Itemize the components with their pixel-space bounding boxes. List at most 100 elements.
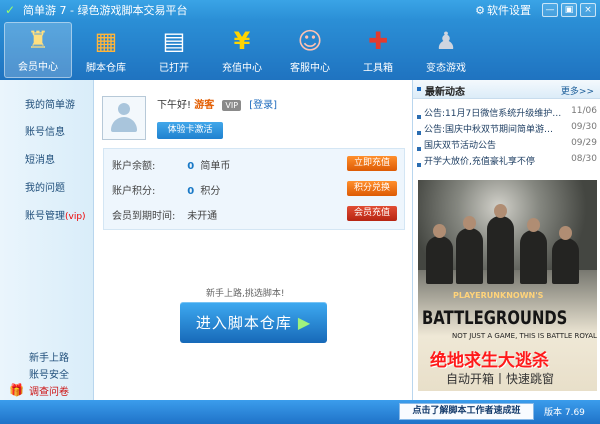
nav-opened[interactable]: ▤ 已打开 <box>140 22 208 78</box>
ad-feature-text: 自动开箱丨快速跳窗 <box>446 372 555 386</box>
ad-character <box>456 216 483 284</box>
nav-label: 工具箱 <box>363 63 393 74</box>
gear-icon: ⚙ <box>475 3 485 17</box>
news-title: 最新动态 <box>425 87 465 98</box>
points-unit: 积分 <box>200 186 221 197</box>
enter-script-store-button[interactable]: 进入脚本仓库 ▶ <box>180 302 327 343</box>
nav-recharge-center[interactable]: ¥ 充值中心 <box>208 22 276 78</box>
sidebar-item-account-management[interactable]: 账号管理(vip) <box>25 207 86 222</box>
news-panel: 最新动态 更多>> 公告:11月7日微信系统升级维护… 11/06 公告:国庆中秋… <box>412 80 600 400</box>
sidebar-link-beginner[interactable]: 新手上路 <box>29 349 69 364</box>
vip-badge: VIP <box>222 100 242 111</box>
battlegrounds-ad-banner[interactable]: PLAYERUNKNOWN'S BATTLEGROUNDS NOT JUST A… <box>418 180 597 391</box>
enter-store-label: 进入脚本仓库 <box>195 314 292 332</box>
points-row: 账户积分: 0 积分 <box>112 182 220 197</box>
greeting-text: 下午好! <box>157 100 192 111</box>
ad-character <box>520 218 547 284</box>
account-info-box: 账户余额: 0 简单币 立即充值 账户积分: 0 积分 积分兑换 会员到期时间:… <box>103 148 405 230</box>
nav-service-center[interactable]: ☺ 客服中心 <box>276 22 344 78</box>
game-controller-icon: ♟ <box>435 27 457 55</box>
restore-button[interactable]: ▣ <box>561 3 577 17</box>
title-bar: ✓ 简单游 7 - 绿色游戏脚本交易平台 ⚙ 软件设置 — ▣ × <box>0 0 600 20</box>
member-center-panel: 下午好! 游客 VIP [登录] 体验卡激活 账户余额: 0 简单币 立即充值 … <box>93 80 412 400</box>
nav-member-center[interactable]: ♜ 会员中心 <box>4 22 72 78</box>
close-button[interactable]: × <box>580 3 596 17</box>
news-item[interactable]: 开学大放价,充值豪礼享不停 08/30 <box>417 154 597 170</box>
app-title: 简单游 7 - 绿色游戏脚本交易平台 <box>23 4 188 17</box>
news-item[interactable]: 公告:国庆中秋双节期间简单游… 09/30 <box>417 122 597 138</box>
balance-label: 账户余额: <box>112 161 156 172</box>
news-text: 开学大放价,充值豪礼享不停 <box>424 157 535 167</box>
news-date: 09/30 <box>571 122 597 132</box>
news-header: 最新动态 更多>> <box>413 80 600 99</box>
opened-icon: ▤ <box>162 27 186 55</box>
service-icon: ☺ <box>297 27 323 55</box>
nav-game[interactable]: ♟ 变态游戏 <box>412 22 480 78</box>
sidebar-item-account-info[interactable]: 账号信息 <box>25 123 65 138</box>
version-text: 版本 7.69 <box>544 408 585 418</box>
nav-label: 会员中心 <box>18 62 58 73</box>
balance-row: 账户余额: 0 简单币 <box>112 157 230 172</box>
ad-character <box>552 226 579 284</box>
sidebar-item-label: 账号管理 <box>25 211 65 222</box>
greeting-line: 下午好! 游客 VIP [登录] <box>157 96 277 111</box>
points-value: 0 <box>187 186 195 197</box>
news-text: 公告:11月7日微信系统升级维护… <box>424 109 562 119</box>
sidebar-item-messages[interactable]: 短消息 <box>25 151 55 166</box>
app-logo-icon: ✓ <box>5 3 16 17</box>
more-news-link[interactable]: 更多>> <box>561 84 594 97</box>
nav-script-store[interactable]: ▦ 脚本仓库 <box>72 22 140 78</box>
news-date: 09/29 <box>571 138 597 148</box>
nav-label: 充值中心 <box>222 63 262 74</box>
bullet-icon <box>417 146 421 151</box>
points-exchange-button[interactable]: 积分兑换 <box>347 181 397 196</box>
bullet-icon <box>417 130 421 135</box>
ad-character <box>487 204 514 284</box>
sidebar-item-my-questions[interactable]: 我的问题 <box>25 179 65 194</box>
balance-unit: 简单币 <box>200 161 231 172</box>
sidebar-item-my-simple-game[interactable]: 我的简单游 <box>25 96 75 111</box>
news-item[interactable]: 公告:11月7日微信系统升级维护… 11/06 <box>417 106 597 122</box>
login-link[interactable]: [登录] <box>249 100 277 111</box>
sidebar-link-survey[interactable]: 调查问卷 <box>29 383 69 398</box>
nav-label: 客服中心 <box>290 63 330 74</box>
nav-label: 已打开 <box>159 63 189 74</box>
membership-row: 会员到期时间: 未开通 <box>112 207 217 222</box>
minimize-button[interactable]: — <box>542 3 558 17</box>
ad-character <box>426 224 453 284</box>
tutorial-banner-button[interactable]: 点击了解脚本工作者速成班 <box>399 403 534 420</box>
status-bar: 点击了解脚本工作者速成班 版本 7.69 <box>0 400 600 424</box>
trial-card-activate-button[interactable]: 体验卡激活 <box>157 122 223 139</box>
recharge-now-button[interactable]: 立即充值 <box>347 156 397 171</box>
title-controls: ⚙ 软件设置 — ▣ × <box>475 0 600 20</box>
news-item[interactable]: 国庆双节活动公告 09/29 <box>417 138 597 154</box>
play-icon: ▶ <box>297 313 312 332</box>
news-date: 08/30 <box>571 154 597 164</box>
user-avatar-icon <box>111 103 137 133</box>
main-navigation: ♜ 会员中心 ▦ 脚本仓库 ▤ 已打开 ¥ 充值中心 ☺ 客服中心 ✚ 工具箱 … <box>0 20 600 80</box>
sidebar-link-account-security[interactable]: 账号安全 <box>29 366 69 381</box>
membership-value: 未开通 <box>187 211 218 222</box>
membership-recharge-button[interactable]: 会员充值 <box>347 206 397 221</box>
settings-label: 软件设置 <box>487 4 531 17</box>
nav-label: 变态游戏 <box>426 63 466 74</box>
ad-pre-title: PLAYERUNKNOWN'S <box>453 291 544 300</box>
recharge-icon: ¥ <box>233 27 251 55</box>
news-text: 公告:国庆中秋双节期间简单游… <box>424 125 554 135</box>
sidebar: 我的简单游 账号信息 短消息 我的问题 账号管理(vip) 新手上路 账号安全 … <box>0 80 93 400</box>
ad-character-group <box>426 204 586 284</box>
ad-chinese-title: 绝地求生大逃杀 <box>430 351 549 371</box>
news-date: 11/06 <box>571 106 597 116</box>
nav-label: 脚本仓库 <box>86 63 126 74</box>
nav-toolbox[interactable]: ✚ 工具箱 <box>344 22 412 78</box>
membership-label: 会员到期时间: <box>112 211 176 222</box>
settings-button[interactable]: ⚙ 软件设置 <box>475 2 531 18</box>
vip-tag: (vip) <box>65 212 86 222</box>
store-icon: ▦ <box>94 27 118 55</box>
beginner-hint: 新手上路,挑选脚本! <box>206 289 285 299</box>
points-label: 账户积分: <box>112 186 156 197</box>
ad-slogan: NOT JUST A GAME, THIS IS BATTLE ROYALE <box>452 332 597 340</box>
balance-value: 0 <box>187 161 195 172</box>
news-text: 国庆双节活动公告 <box>424 141 497 151</box>
tools-icon: ✚ <box>367 27 389 55</box>
